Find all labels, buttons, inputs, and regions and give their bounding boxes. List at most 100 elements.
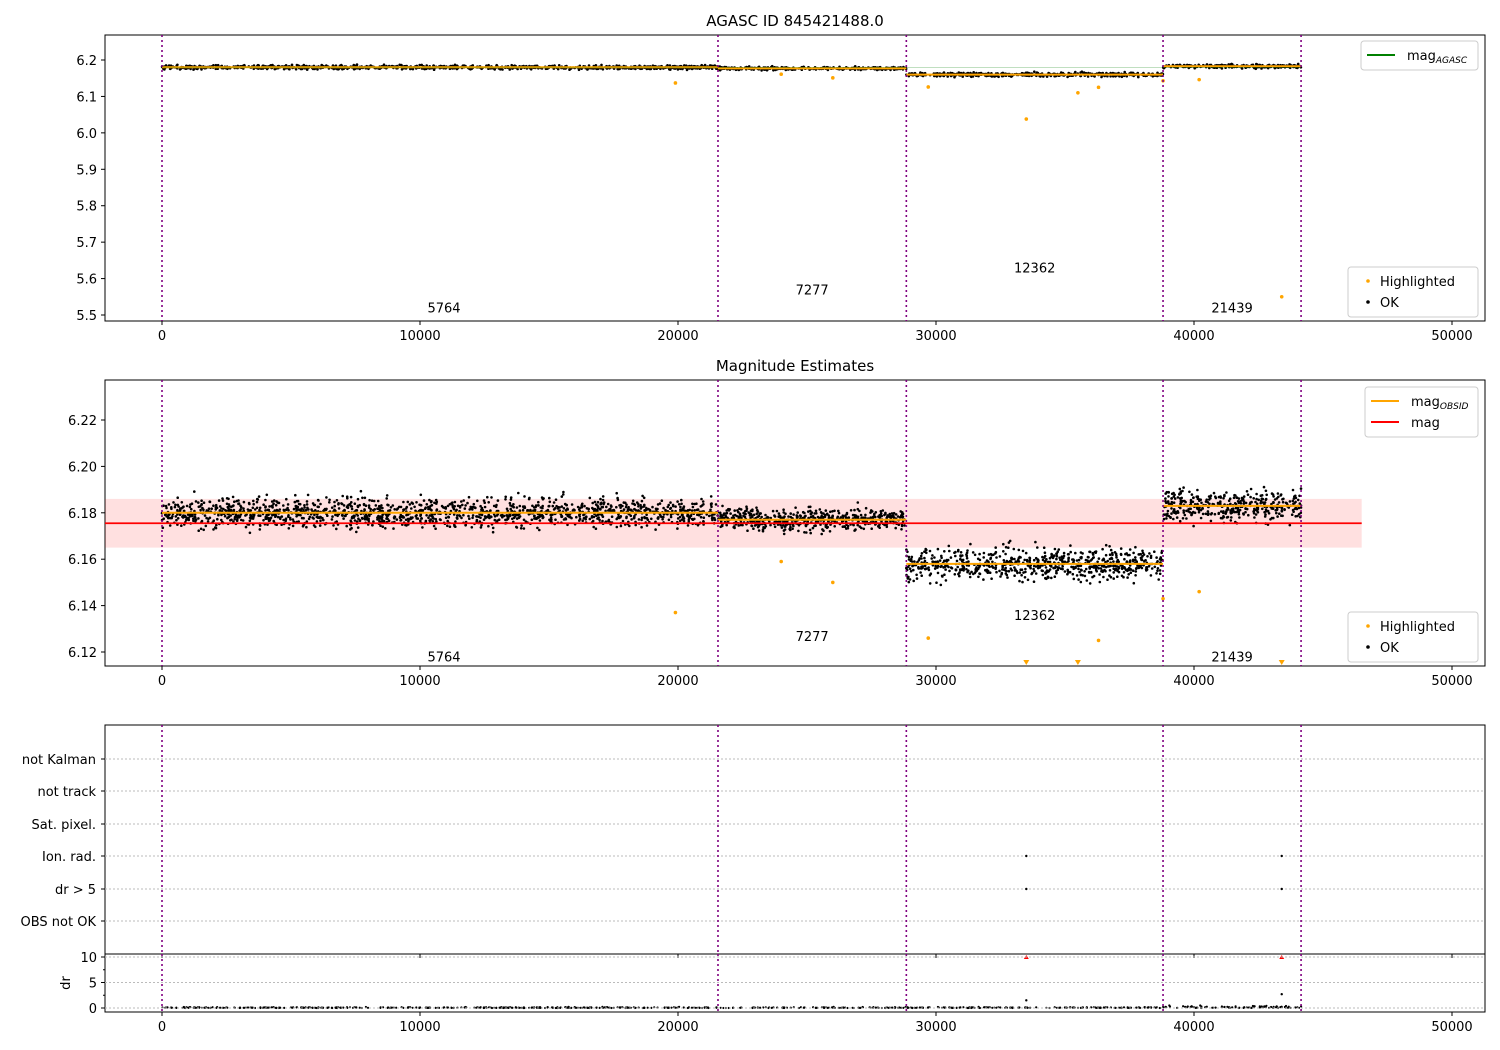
ok-point bbox=[741, 523, 744, 527]
ok-point bbox=[923, 564, 927, 568]
ok-point bbox=[908, 567, 912, 570]
ok-point bbox=[421, 526, 424, 529]
ok-point bbox=[310, 508, 313, 511]
ok-point bbox=[656, 507, 659, 511]
ok-point bbox=[496, 499, 500, 502]
ok-point bbox=[709, 495, 713, 498]
ok-point bbox=[862, 527, 866, 531]
ok-point bbox=[1114, 552, 1118, 556]
ok-point bbox=[1106, 578, 1109, 581]
ok-point bbox=[978, 552, 981, 556]
ok-point bbox=[246, 508, 250, 511]
ok-point bbox=[1002, 542, 1005, 546]
ok-point bbox=[1134, 556, 1137, 559]
ok-point bbox=[859, 513, 863, 517]
ok-point bbox=[927, 568, 931, 572]
ok-point bbox=[506, 516, 510, 520]
ok-point bbox=[622, 508, 626, 511]
ok-point bbox=[355, 530, 358, 534]
ok-point bbox=[591, 506, 594, 510]
ok-point bbox=[896, 515, 900, 518]
ok-point bbox=[837, 509, 840, 513]
ok-point bbox=[1026, 578, 1030, 582]
ok-point bbox=[197, 501, 200, 504]
ok-point bbox=[493, 515, 497, 518]
ok-point bbox=[286, 503, 290, 506]
ok-point bbox=[1129, 571, 1133, 574]
ok-point bbox=[178, 68, 182, 71]
ok-point bbox=[775, 509, 779, 513]
ok-point bbox=[258, 524, 262, 527]
ok-point bbox=[710, 505, 713, 509]
ok-point bbox=[422, 499, 426, 502]
ok-point bbox=[549, 514, 553, 517]
ok-point bbox=[538, 528, 541, 532]
ok-point bbox=[479, 526, 483, 529]
ok-point bbox=[573, 509, 576, 512]
ok-point bbox=[562, 490, 565, 494]
ok-point bbox=[1270, 492, 1274, 495]
ok-point bbox=[682, 517, 686, 520]
ok-point bbox=[328, 501, 331, 504]
ok-point bbox=[1055, 555, 1059, 558]
ok-point bbox=[919, 571, 922, 574]
ok-point bbox=[537, 516, 540, 519]
ok-point bbox=[522, 527, 526, 530]
ok-point bbox=[1023, 558, 1026, 562]
ok-point bbox=[869, 511, 872, 514]
ok-point bbox=[256, 498, 260, 501]
ok-point bbox=[496, 519, 499, 522]
ok-point bbox=[388, 509, 392, 512]
ok-point bbox=[201, 506, 204, 510]
ok-point bbox=[393, 517, 396, 520]
ok-point bbox=[912, 568, 915, 572]
ok-point bbox=[1042, 75, 1045, 78]
ok-point bbox=[1100, 569, 1103, 573]
ok-point bbox=[596, 506, 600, 510]
ok-point bbox=[1088, 550, 1092, 554]
ok-point bbox=[1075, 559, 1079, 562]
ok-point bbox=[305, 525, 308, 529]
ok-point bbox=[530, 518, 534, 522]
ok-point bbox=[578, 513, 581, 517]
ok-point bbox=[856, 507, 860, 511]
ok-point bbox=[1080, 556, 1083, 560]
ok-point bbox=[909, 559, 912, 563]
ok-point bbox=[343, 509, 346, 512]
ok-point bbox=[218, 505, 222, 508]
ok-point bbox=[419, 519, 422, 522]
ok-point bbox=[601, 505, 605, 509]
ok-point bbox=[1132, 551, 1135, 555]
ok-point bbox=[1134, 570, 1138, 573]
ok-point bbox=[854, 528, 857, 531]
ok-point bbox=[364, 504, 368, 508]
ok-point bbox=[241, 519, 245, 522]
ok-point bbox=[1153, 565, 1157, 569]
ok-point bbox=[1131, 569, 1135, 572]
ok-point bbox=[517, 516, 521, 520]
ok-point bbox=[214, 503, 218, 507]
ok-point bbox=[686, 524, 690, 527]
ok-point bbox=[583, 504, 586, 508]
ok-point bbox=[1002, 559, 1006, 562]
ok-point bbox=[505, 507, 509, 511]
obsid-label: 21439 bbox=[1211, 302, 1252, 317]
ok-point bbox=[548, 500, 552, 504]
ok-point bbox=[202, 501, 206, 505]
ok-point bbox=[1062, 554, 1066, 558]
ok-point bbox=[1043, 560, 1047, 563]
ok-point bbox=[1044, 572, 1047, 575]
ok-point bbox=[654, 528, 657, 531]
ok-point bbox=[628, 508, 632, 511]
ok-point bbox=[406, 500, 410, 504]
ok-point bbox=[576, 505, 580, 509]
ok-point bbox=[528, 496, 531, 500]
ok-point bbox=[1094, 564, 1098, 568]
ok-point bbox=[1066, 569, 1070, 573]
ok-point bbox=[425, 514, 428, 517]
ok-point bbox=[312, 503, 316, 507]
ok-point bbox=[232, 504, 235, 507]
ok-point bbox=[427, 516, 430, 519]
ok-point bbox=[903, 524, 906, 527]
ok-point bbox=[645, 517, 649, 520]
